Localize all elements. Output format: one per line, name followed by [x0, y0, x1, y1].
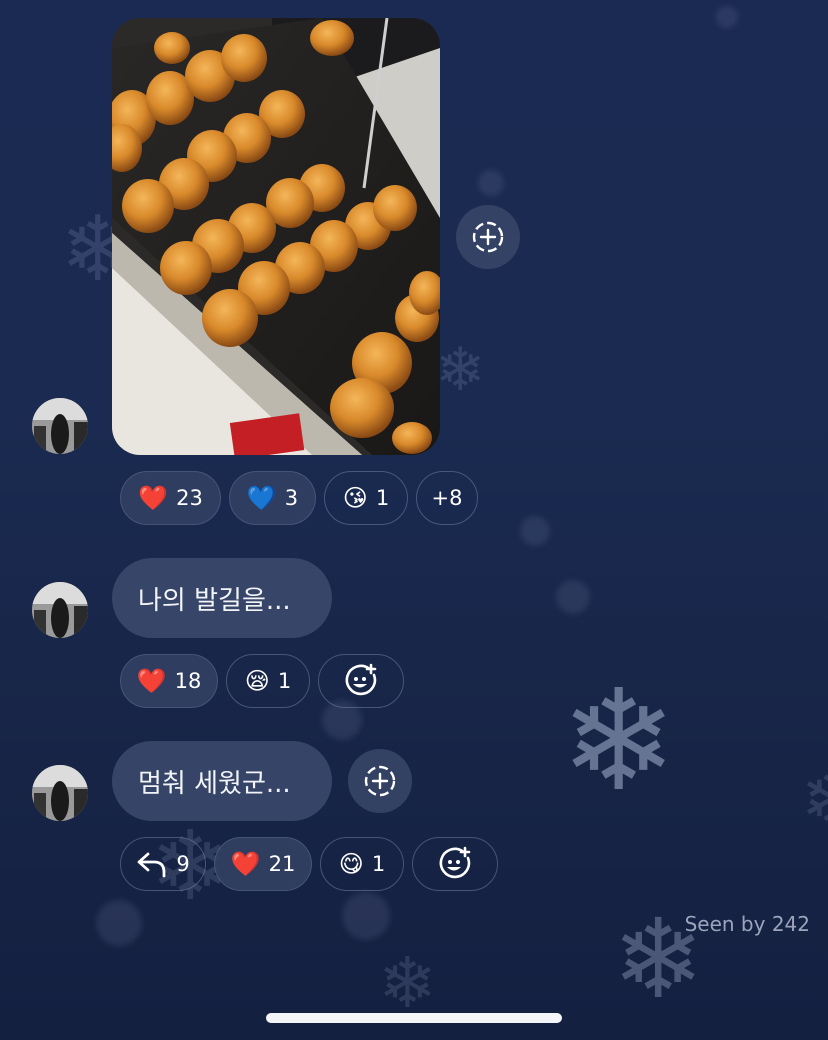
reaction-sleepy[interactable]: 😪 1 — [226, 654, 310, 708]
reaction-count: 18 — [174, 669, 202, 693]
message-bubble[interactable]: 나의 발길을... — [112, 558, 332, 638]
reaction-yum[interactable]: 😋 1 — [320, 837, 404, 891]
reaction-count: 1 — [371, 852, 386, 876]
avatar-photo — [32, 765, 88, 821]
reaction-count: 1 — [277, 669, 292, 693]
yum-face-icon: 😋 — [338, 850, 364, 878]
avatar[interactable] — [32, 765, 88, 821]
more-reactions-button[interactable]: +8 — [416, 471, 478, 525]
snow-dot — [342, 892, 390, 940]
snow-dot — [520, 516, 550, 546]
snow-dot — [478, 170, 504, 196]
emoji-add-icon — [439, 846, 471, 879]
reaction-count: 3 — [284, 486, 299, 510]
seen-by-label[interactable]: Seen by 242 — [685, 912, 810, 936]
snowflake-decoration: ❄ — [435, 335, 486, 405]
reaction-kiss[interactable]: 😘 1 — [324, 471, 408, 525]
sleepy-face-icon: 😪 — [244, 667, 270, 695]
snowflake-decoration: ❄ — [378, 942, 437, 1024]
reaction-count: 23 — [176, 486, 203, 510]
avatar[interactable] — [32, 582, 88, 638]
avatar-photo — [32, 398, 88, 454]
message-photo[interactable] — [112, 18, 440, 455]
reply-arrow-icon — [137, 852, 166, 878]
snow-dot — [556, 580, 590, 614]
reaction-count: 21 — [268, 852, 296, 876]
heart-icon: ❤️ — [138, 484, 169, 512]
kissing-face-icon: 😘 — [342, 484, 368, 512]
emoji-add-icon — [345, 663, 377, 696]
reaction-heart[interactable]: ❤️ 23 — [120, 471, 221, 525]
avatar[interactable] — [32, 398, 88, 454]
reply-count: 9 — [176, 852, 190, 876]
message-text: 나의 발길을... — [138, 585, 291, 616]
home-indicator[interactable] — [266, 1013, 562, 1023]
add-reaction-button[interactable] — [456, 205, 520, 269]
reaction-heart[interactable]: ❤️ 18 — [120, 654, 218, 708]
add-reaction-icon — [364, 765, 396, 797]
blue-heart-icon: 💙 — [246, 484, 277, 512]
reaction-count: 1 — [375, 486, 390, 510]
snowflake-decoration: ❄ — [800, 760, 828, 840]
snow-dot — [716, 6, 738, 28]
message-bubble[interactable]: 멈춰 세웠군... — [112, 741, 332, 821]
reaction-heart[interactable]: ❤️ 21 — [214, 837, 312, 891]
takoyaki-photo — [112, 18, 440, 455]
replies-button[interactable]: 9 — [120, 837, 206, 891]
add-emoji-reaction-button[interactable] — [318, 654, 404, 708]
heart-icon: ❤️ — [230, 850, 261, 878]
snowflake-decoration: ❄ — [560, 660, 678, 823]
add-reaction-button[interactable] — [348, 749, 412, 813]
more-reactions-label: +8 — [431, 486, 463, 510]
heart-icon: ❤️ — [136, 667, 167, 695]
reaction-blue-heart[interactable]: 💙 3 — [229, 471, 316, 525]
message-text: 멈춰 세웠군... — [138, 768, 291, 799]
add-reaction-icon — [472, 221, 504, 253]
add-emoji-reaction-button[interactable] — [412, 837, 498, 891]
avatar-photo — [32, 582, 88, 638]
snow-dot — [96, 900, 142, 946]
